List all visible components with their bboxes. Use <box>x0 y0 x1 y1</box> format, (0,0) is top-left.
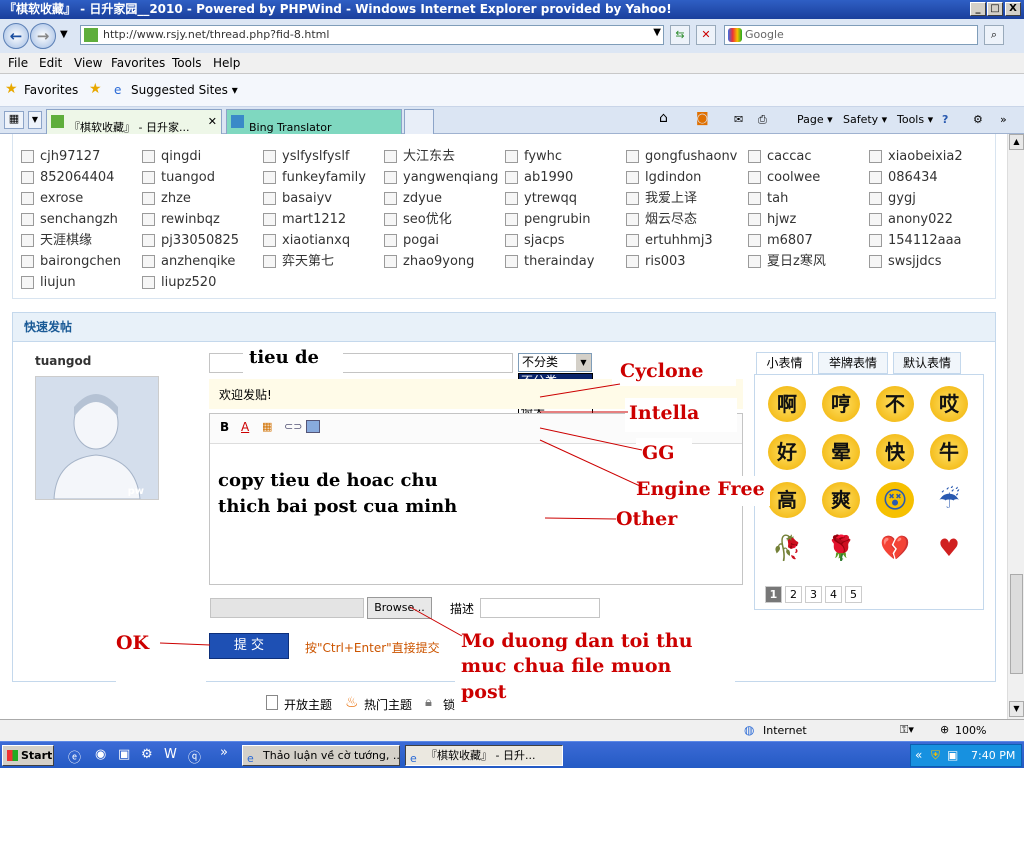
tab-list-icon[interactable]: ▼ <box>28 111 42 129</box>
quicklaunch-search-icon[interactable]: ⓠ <box>188 747 201 766</box>
tray-shield-icon[interactable]: ⛨ <box>931 748 940 763</box>
page-menu[interactable]: Page ▾ <box>797 113 833 126</box>
google-icon <box>728 28 742 42</box>
tray-network-icon[interactable]: ▣ <box>947 748 958 762</box>
system-tray: « ⛨ ▣ 7:40 PM <box>910 744 1022 767</box>
address-bar[interactable]: http://www.rsjy.net/thread.php?fid-8.htm… <box>80 25 664 45</box>
quicklaunch-browser-icon[interactable]: ◉ <box>95 747 106 762</box>
favorites-bar: ★ Favorites ★ e Suggested Sites ▾ <box>0 74 1024 107</box>
close-window-button[interactable]: X <box>1005 2 1021 16</box>
print-icon[interactable]: ⎙ <box>758 113 767 127</box>
tab-bing-translator[interactable]: Bing Translator <box>226 109 402 134</box>
favorites-button[interactable]: Favorites <box>24 83 78 97</box>
tab-favicon-icon <box>51 115 64 128</box>
address-url: http://www.rsjy.net/thread.php?fid-8.htm… <box>103 28 330 41</box>
menu-bar: File Edit View Favorites Tools Help <box>0 53 1024 74</box>
address-dropdown-icon[interactable]: ▼ <box>653 27 661 38</box>
menu-edit[interactable]: Edit <box>39 56 62 70</box>
taskbar: Start ⓔ ◉ ▣ ⚙ W ⓠ » e Thảo luận về cờ tư… <box>0 741 1024 768</box>
taskbar-active-ie-icon: e <box>410 752 417 765</box>
maximize-button[interactable]: □ <box>987 2 1003 16</box>
tab-row: ▦ ▼ 『棋软收藏』 - 日升家... ✕ Bing Translator ⌂ … <box>0 107 1024 134</box>
scroll-down-icon[interactable]: ▼ <box>1009 701 1024 717</box>
quicklaunch-word-icon[interactable]: W <box>164 747 177 762</box>
scroll-thumb[interactable] <box>1010 574 1023 674</box>
tray-expand-icon[interactable]: « <box>915 748 922 762</box>
zoom-level[interactable]: 100% <box>955 724 986 737</box>
start-button[interactable]: Start <box>2 745 54 766</box>
research-icon[interactable]: ⚙ <box>973 113 983 126</box>
zone-label: Internet <box>763 724 807 737</box>
window-title: 『棋软收藏』 - 日升家园__2010 - Powered by PHPWind… <box>4 2 672 16</box>
address-row: ← → ▼ http://www.rsjy.net/thread.php?fid… <box>0 19 1024 53</box>
refresh-button[interactable]: ⇆ <box>670 25 690 45</box>
tab-active-label: 『棋软收藏』 - 日升家... <box>69 121 190 134</box>
quicklaunch-ie-icon[interactable]: ⓔ <box>68 747 81 766</box>
search-placeholder: Google <box>745 28 784 41</box>
favorites-star-icon: ★ <box>5 81 18 97</box>
status-bar: ◍ Internet ⚿▾ ⊕ 100% <box>0 719 1024 741</box>
ie-icon: e <box>114 83 122 97</box>
quicklaunch-desktop-icon[interactable]: ▣ <box>118 747 130 762</box>
clock[interactable]: 7:40 PM <box>971 749 1015 762</box>
page-viewport: cjh97127 qingdi yslfyslfyslf 大江东去 fywhc gongf… <box>0 134 1007 719</box>
stop-button[interactable]: ✕ <box>696 25 716 45</box>
toolbar-extend-icon[interactable]: » <box>1000 113 1007 126</box>
scroll-up-icon[interactable]: ▲ <box>1009 134 1024 150</box>
menu-file[interactable]: File <box>8 56 28 70</box>
quicklaunch-more-icon[interactable]: » <box>220 745 228 760</box>
tab-active[interactable]: 『棋软收藏』 - 日升家... ✕ <box>46 109 222 134</box>
start-label: Start <box>21 749 53 762</box>
page-favicon-icon <box>84 28 98 42</box>
close-tab-icon[interactable]: ✕ <box>208 110 217 133</box>
home-icon[interactable]: ⌂ <box>659 110 668 126</box>
safety-menu[interactable]: Safety ▾ <box>843 113 887 126</box>
taskbar-ie-icon: e <box>247 752 254 765</box>
vertical-scrollbar[interactable]: ▲ ▼ <box>1007 134 1024 719</box>
window-title-bar: 『棋软收藏』 - 日升家园__2010 - Powered by PHPWind… <box>0 0 1024 19</box>
taskbar-item-thaoluan[interactable]: e Thảo luận về cờ tướng, ... <box>242 745 400 766</box>
mail-icon[interactable]: ✉ <box>734 113 743 126</box>
search-icon[interactable]: ⌕ <box>984 25 1004 45</box>
bing-favicon-icon <box>231 115 244 128</box>
globe-icon: ◍ <box>744 723 755 737</box>
back-button[interactable]: ← <box>3 23 29 49</box>
quicklaunch-app-icon[interactable]: ⚙ <box>141 747 153 762</box>
protected-mode-icon[interactable]: ⚿▾ <box>900 723 914 737</box>
windows-logo-icon <box>7 750 18 761</box>
add-favorite-icon[interactable]: ★ <box>89 81 102 97</box>
quick-tabs-icon[interactable]: ▦ <box>4 111 24 129</box>
taskbar-item-active[interactable]: e 『棋软收藏』 - 日升... <box>405 745 563 766</box>
tab-bing-label: Bing Translator <box>249 121 332 134</box>
tools-menu[interactable]: Tools ▾ <box>897 113 933 126</box>
forward-button[interactable]: → <box>30 23 56 49</box>
menu-tools[interactable]: Tools <box>172 56 202 70</box>
zoom-icon: ⊕ <box>940 723 950 736</box>
annotation-arrows <box>159 383 643 646</box>
help-icon[interactable]: ? <box>942 113 948 126</box>
new-tab-button[interactable] <box>404 109 434 134</box>
search-input[interactable]: Google <box>724 25 978 45</box>
minimize-button[interactable]: _ <box>970 2 986 16</box>
history-dropdown-icon[interactable]: ▼ <box>60 29 68 40</box>
menu-help[interactable]: Help <box>213 56 240 70</box>
menu-favorites[interactable]: Favorites <box>111 56 165 70</box>
suggested-sites-button[interactable]: Suggested Sites ▾ <box>131 83 238 97</box>
menu-view[interactable]: View <box>74 56 102 70</box>
taskbar-item-2-label: 『棋软收藏』 - 日升... <box>426 749 536 762</box>
feeds-icon[interactable]: ◙ <box>696 111 709 126</box>
taskbar-item-1-label: Thảo luận về cờ tướng, ... <box>263 749 400 762</box>
